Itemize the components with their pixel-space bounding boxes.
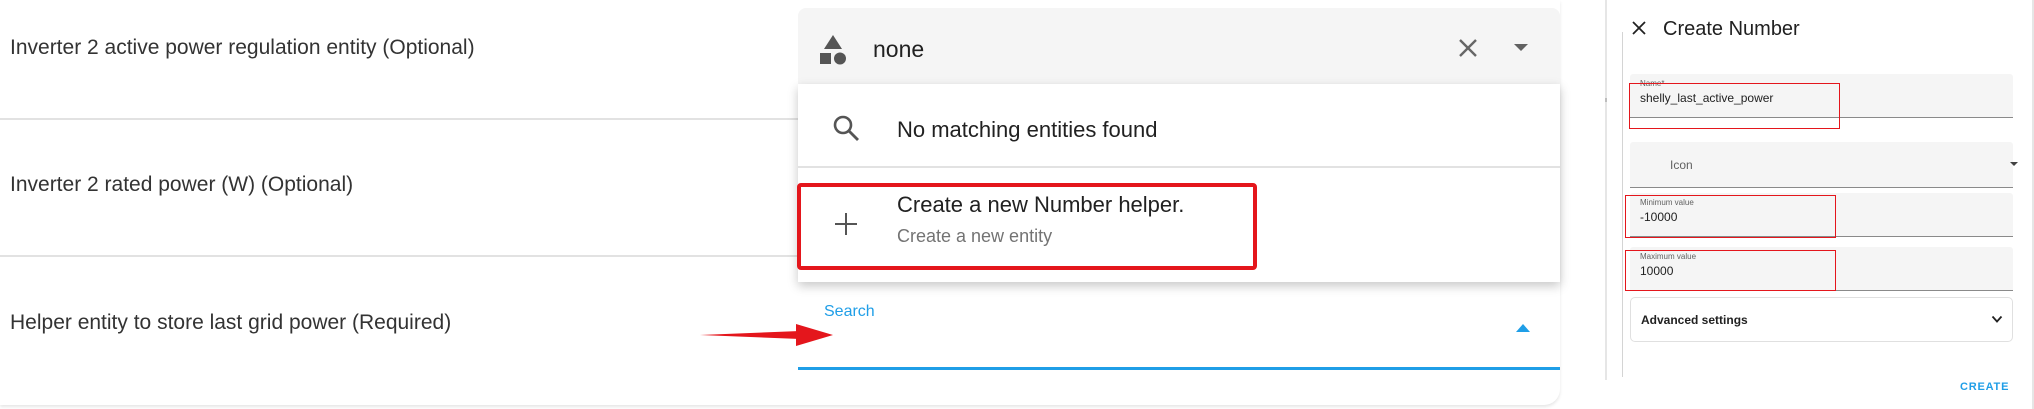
- entity-dropdown: No matching entities found Create a new …: [798, 84, 1560, 282]
- close-icon[interactable]: [1631, 20, 1647, 36]
- search-field[interactable]: Search: [798, 292, 1560, 370]
- search-input[interactable]: [824, 328, 1504, 358]
- icon-picker[interactable]: Icon: [1630, 142, 2018, 188]
- name-field[interactable]: Name*: [1630, 74, 2013, 118]
- search-label: Search: [824, 303, 875, 320]
- no-results-text: No matching entities found: [897, 117, 1158, 142]
- plus-icon: [835, 213, 857, 235]
- dropdown-arrow-icon[interactable]: [2010, 162, 2018, 166]
- annotation-arrow-icon: [700, 324, 833, 346]
- minimum-value-label: Minimum value: [1640, 198, 1694, 207]
- create-helper-item[interactable]: Create a new Number helper. Create a new…: [798, 170, 1560, 282]
- entity-selector[interactable]: none: [798, 8, 1560, 86]
- shapes-icon: [820, 35, 846, 65]
- row-label: Inverter 2 active power regulation entit…: [10, 36, 475, 59]
- selector-value: none: [873, 36, 925, 62]
- minimum-value-field[interactable]: Minimum value: [1630, 193, 2013, 237]
- create-number-dialog: Create Number Name* Icon Minimum value M…: [1607, 0, 2034, 409]
- maximum-value-field[interactable]: Maximum value: [1630, 247, 2013, 291]
- dropdown-arrow-icon[interactable]: [1514, 44, 1528, 51]
- maximum-value-label: Maximum value: [1640, 252, 1697, 261]
- dialog-title: Create Number: [1663, 18, 1800, 40]
- no-results-item: No matching entities found: [798, 84, 1560, 168]
- dropdown-arrow-up-icon[interactable]: [1516, 324, 1530, 332]
- name-field-label: Name*: [1640, 79, 1665, 88]
- icon-placeholder: Icon: [1670, 158, 1693, 172]
- create-helper-subtitle: Create a new entity: [897, 226, 1053, 246]
- divider: [1622, 32, 1623, 377]
- chevron-down-icon: [1991, 315, 2003, 323]
- maximum-value-input[interactable]: [1640, 264, 2000, 278]
- create-button[interactable]: CREATE: [1960, 381, 2009, 393]
- clear-icon[interactable]: [1458, 38, 1478, 58]
- create-helper-title: Create a new Number helper.: [897, 192, 1185, 217]
- row-label: Inverter 2 rated power (W) (Optional): [10, 173, 354, 196]
- advanced-settings-expander[interactable]: Advanced settings: [1630, 297, 2013, 342]
- row-label: Helper entity to store last grid power (…: [10, 311, 452, 334]
- minimum-value-input[interactable]: [1640, 210, 2000, 224]
- name-input[interactable]: [1640, 91, 2000, 105]
- advanced-settings-label: Advanced settings: [1641, 313, 1748, 327]
- search-icon: [833, 115, 859, 141]
